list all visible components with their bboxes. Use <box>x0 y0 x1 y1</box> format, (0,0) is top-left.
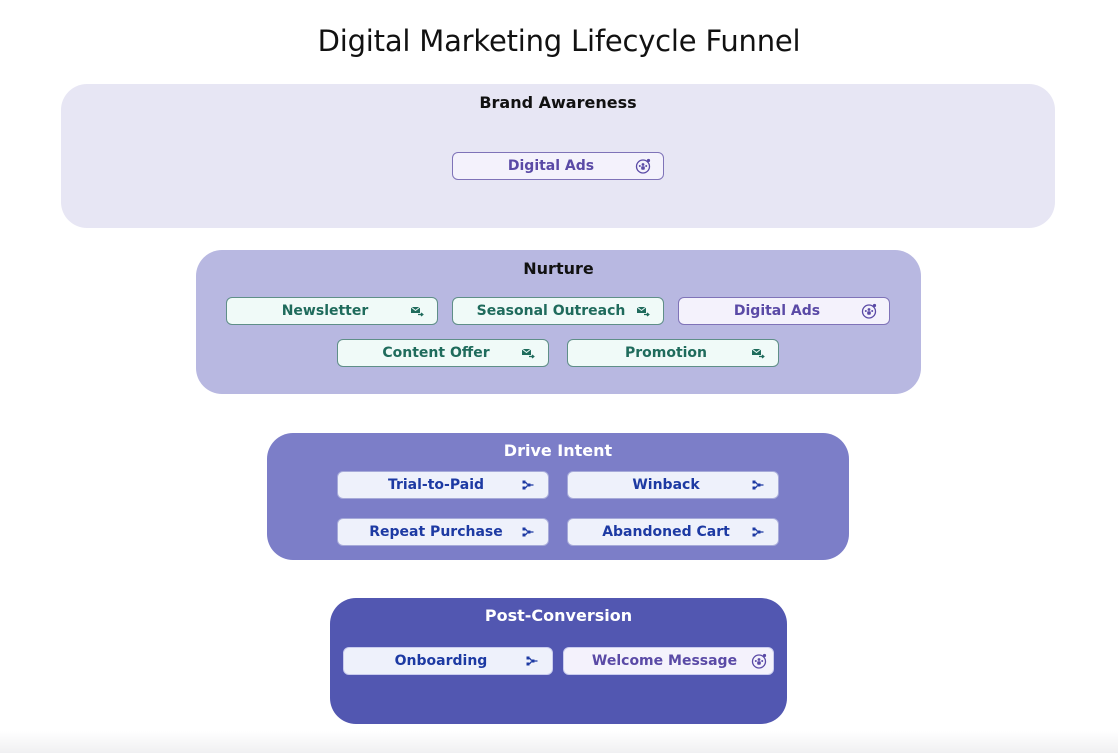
card-repeat-purchase[interactable]: Repeat Purchase <box>337 518 549 546</box>
card-promotion[interactable]: Promotion <box>567 339 779 367</box>
workflow-icon <box>518 475 538 495</box>
stage-title: Drive Intent <box>503 441 613 460</box>
stage-nurture: Nurture Newsletter Seasonal Outreach Dig… <box>196 250 921 394</box>
card-label: Digital Ads <box>733 303 821 319</box>
card-label: Repeat Purchase <box>369 524 503 540</box>
card-digital-ads[interactable]: Digital Ads <box>452 152 664 180</box>
card-trial-to-paid[interactable]: Trial-to-Paid <box>337 471 549 499</box>
card-label: Welcome Message <box>591 653 738 669</box>
card-onboarding[interactable]: Onboarding <box>343 647 553 675</box>
email-send-icon <box>518 343 538 363</box>
audience-target-icon <box>859 301 879 321</box>
email-send-icon <box>748 343 768 363</box>
card-label: Winback <box>632 477 700 493</box>
card-label: Seasonal Outreach <box>476 303 626 319</box>
card-label: Digital Ads <box>507 158 595 174</box>
stage-drive-intent: Drive Intent Trial-to-Paid Winback Repea… <box>267 433 849 560</box>
card-winback[interactable]: Winback <box>567 471 779 499</box>
stage-title: Nurture <box>523 259 594 278</box>
card-label: Promotion <box>624 345 708 361</box>
email-send-icon <box>407 301 427 321</box>
workflow-icon <box>518 522 538 542</box>
email-send-icon <box>633 301 653 321</box>
stage-post-conversion: Post-Conversion Onboarding Welcome Messa… <box>330 598 787 724</box>
bottom-shadow <box>0 731 1118 753</box>
card-welcome-message[interactable]: Welcome Message <box>563 647 774 675</box>
card-content-offer[interactable]: Content Offer <box>337 339 549 367</box>
diagram-title: Digital Marketing Lifecycle Funnel <box>317 24 801 58</box>
card-label: Newsletter <box>281 303 369 319</box>
card-digital-ads[interactable]: Digital Ads <box>678 297 890 325</box>
card-seasonal-outreach[interactable]: Seasonal Outreach <box>452 297 664 325</box>
card-abandoned-cart[interactable]: Abandoned Cart <box>567 518 779 546</box>
card-newsletter[interactable]: Newsletter <box>226 297 438 325</box>
workflow-icon <box>748 475 768 495</box>
stage-title: Brand Awareness <box>479 93 637 112</box>
workflow-icon <box>748 522 768 542</box>
card-label: Abandoned Cart <box>602 524 730 540</box>
card-label: Trial-to-Paid <box>387 477 485 493</box>
card-label: Onboarding <box>394 653 488 669</box>
audience-target-icon <box>749 651 769 671</box>
audience-target-icon <box>633 156 653 176</box>
card-label: Content Offer <box>382 345 490 361</box>
stage-brand-awareness: Brand Awareness Digital Ads <box>61 84 1055 228</box>
stage-title: Post-Conversion <box>484 606 633 625</box>
workflow-icon <box>522 651 542 671</box>
